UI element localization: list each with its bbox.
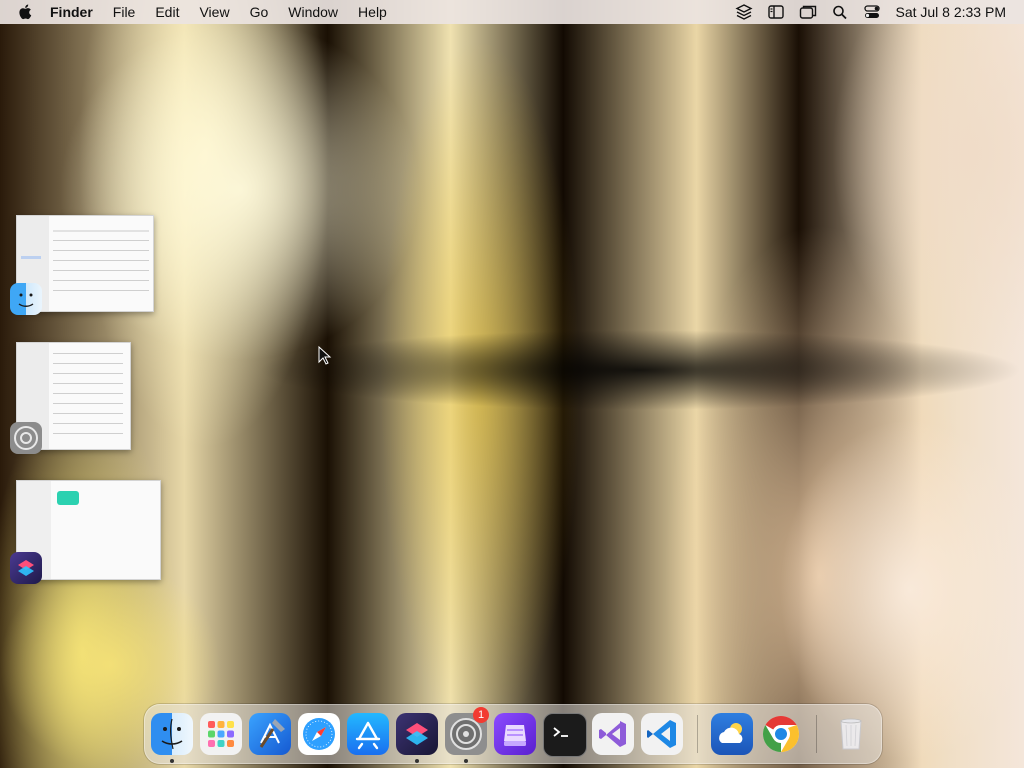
- chrome-icon: [762, 716, 800, 752]
- desktop[interactable]: Finder File Edit View Go Window Help Sat…: [0, 0, 1024, 768]
- dock-vscode[interactable]: [641, 713, 683, 755]
- dock-terminal[interactable]: [543, 713, 587, 757]
- menu-bar-extras: Sat Jul 8 2:33 PM: [735, 0, 1006, 24]
- shortcut-tile: [57, 491, 79, 505]
- dock-xcode[interactable]: [249, 713, 291, 755]
- thumbnail-line: [53, 363, 123, 364]
- dock-app-store[interactable]: [347, 713, 389, 755]
- finder-face-icon: [18, 293, 34, 307]
- safari-icon: [303, 718, 335, 750]
- thumbnail-line: [53, 250, 149, 251]
- menu-go[interactable]: Go: [250, 4, 269, 20]
- dock-running-indicator: [170, 759, 174, 763]
- dock-visual-studio[interactable]: [592, 713, 634, 755]
- thumbnail-line: [53, 423, 123, 424]
- dock-trash[interactable]: [830, 713, 872, 755]
- wallpaper-swoosh: [380, 40, 580, 740]
- app-store-icon: [355, 721, 381, 750]
- dock-shortcuts[interactable]: [396, 713, 438, 755]
- dock-weather[interactable]: [711, 713, 753, 755]
- terminal-icon: [553, 727, 568, 737]
- wallpaper-swoosh: [260, 330, 1020, 410]
- thumbnail-line: [53, 383, 123, 384]
- search-icon[interactable]: [831, 4, 849, 20]
- shortcuts-icon[interactable]: [10, 552, 42, 584]
- thumbnail-line: [53, 280, 149, 281]
- menu-bar-clock[interactable]: Sat Jul 8 2:33 PM: [895, 4, 1006, 20]
- stack-icon[interactable]: [735, 4, 754, 20]
- shortcuts-glyph-icon: [18, 560, 34, 576]
- visual-studio-icon: [599, 721, 626, 747]
- finder-icon: [161, 718, 183, 750]
- dock-finder[interactable]: [151, 713, 193, 755]
- storage-app-icon: [504, 725, 526, 746]
- finder-icon[interactable]: [10, 283, 42, 315]
- thumbnail-line: [53, 260, 149, 261]
- xcode-icon: [259, 719, 285, 748]
- menu-edit[interactable]: Edit: [155, 4, 179, 20]
- notification-badge: 1: [473, 707, 489, 723]
- menu-bar: Finder File Edit View Go Window Help Sat…: [0, 0, 1024, 24]
- thumbnail-line: [53, 393, 123, 394]
- thumbnail-line: [53, 240, 149, 241]
- thumbnail-line: [53, 373, 123, 374]
- shortcuts-icon: [406, 723, 428, 745]
- dock-launchpad[interactable]: [200, 713, 242, 755]
- menu-window[interactable]: Window: [288, 4, 338, 20]
- control-center-icon[interactable]: [863, 4, 881, 20]
- dock-running-indicator: [464, 759, 468, 763]
- launchpad-icon: [208, 721, 234, 747]
- thumbnail-line: [53, 290, 149, 291]
- dock: 1: [144, 704, 882, 764]
- sidebar-icon[interactable]: [767, 4, 785, 20]
- dock-running-indicator: [415, 759, 419, 763]
- thumbnail-line: [53, 403, 123, 404]
- weather-icon: [719, 723, 743, 743]
- gear-icon: [14, 426, 38, 450]
- windows-icon[interactable]: [799, 4, 817, 20]
- dock-safari[interactable]: [298, 713, 340, 755]
- dock-separator: [697, 715, 698, 753]
- thumbnail-line: [53, 230, 149, 232]
- thumbnail-line: [53, 433, 123, 434]
- menu-file[interactable]: File: [113, 4, 136, 20]
- vscode-icon: [647, 720, 676, 748]
- mouse-cursor-icon: [318, 346, 332, 365]
- menu-help[interactable]: Help: [358, 4, 387, 20]
- menu-app-name[interactable]: Finder: [50, 4, 93, 20]
- dock-storage-app[interactable]: [494, 713, 536, 755]
- menu-view[interactable]: View: [199, 4, 229, 20]
- trash-icon: [840, 718, 862, 750]
- apple-icon[interactable]: [18, 4, 32, 20]
- thumbnail-line: [53, 413, 123, 414]
- thumbnail-line: [21, 256, 41, 259]
- system-settings-icon[interactable]: [10, 422, 42, 454]
- thumbnail-line: [53, 353, 123, 354]
- dock-chrome[interactable]: [760, 713, 802, 755]
- thumbnail-line: [53, 270, 149, 271]
- dock-separator: [816, 715, 817, 753]
